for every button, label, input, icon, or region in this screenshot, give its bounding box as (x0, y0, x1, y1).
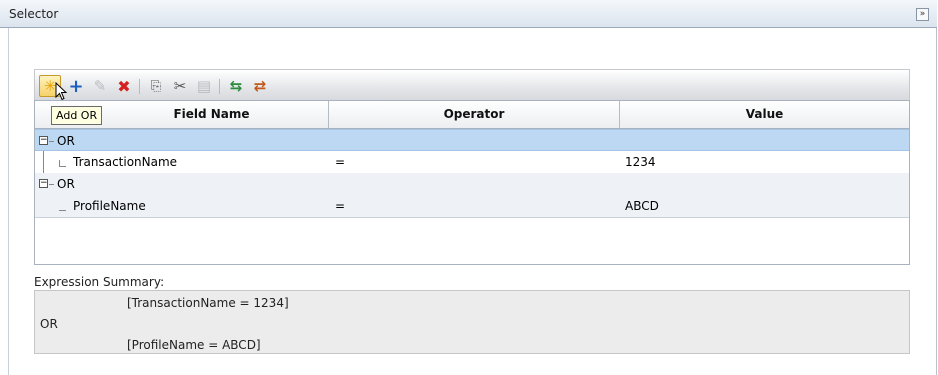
selector-panel: Selector » ✳ + ✎ ✖ ⎘ ✂ ▤ ⇆ ⇄ Field Name … (0, 0, 937, 375)
copy-button[interactable]: ⎘ (145, 75, 167, 97)
cell-field-name: ProfileName (73, 199, 146, 213)
add-or-tooltip: Add OR (51, 106, 103, 125)
expression-summary-box: [TransactionName = 1234] OR [ProfileName… (34, 290, 910, 354)
export-icon: ⇄ (253, 77, 267, 95)
summary-line: [ProfileName = ABCD] (127, 338, 261, 352)
toolbar: ✳ + ✎ ✖ ⎘ ✂ ▤ ⇆ ⇄ (34, 69, 910, 100)
table-row[interactable]: ProfileName = ABCD (35, 195, 909, 217)
export-button[interactable]: ⇄ (249, 75, 271, 97)
copy-icon: ⎘ (150, 78, 162, 94)
column-header-operator[interactable]: Operator (329, 101, 619, 128)
cell-field-name: OR (57, 134, 75, 148)
import-button[interactable]: ⇆ (225, 75, 247, 97)
row-divider (35, 217, 909, 218)
panel-header: Selector » (0, 0, 937, 28)
panel-left-border (8, 28, 9, 375)
expression-summary-label: Expression Summary: (34, 275, 165, 289)
cell-field-name: TransactionName (73, 155, 178, 169)
table-row[interactable]: − OR (35, 173, 909, 195)
tree-connector (49, 141, 54, 142)
toolbar-separator (139, 79, 140, 94)
cut-button[interactable]: ✂ (169, 75, 191, 97)
mouse-cursor-icon (55, 82, 68, 101)
cell-value: ABCD (625, 199, 659, 213)
grid-header: Field Name Operator Value (35, 101, 909, 129)
import-icon: ⇆ (229, 77, 243, 95)
collapse-toggle-icon[interactable]: − (39, 136, 48, 145)
edit-icon: ✎ (93, 77, 107, 95)
tree-connector (59, 210, 66, 211)
delete-button[interactable]: ✖ (113, 75, 135, 97)
add-icon: + (68, 75, 84, 97)
conditions-grid: Field Name Operator Value − OR Transacti… (34, 100, 910, 265)
cell-operator: = (335, 199, 346, 213)
edit-button[interactable]: ✎ (89, 75, 111, 97)
cell-value: 1234 (625, 155, 656, 169)
summary-line: [TransactionName = 1234] (127, 296, 289, 310)
summary-line: OR (40, 317, 58, 331)
paste-icon: ▤ (196, 77, 212, 95)
cut-icon: ✂ (173, 77, 187, 95)
tree-connector (59, 166, 66, 167)
column-header-value[interactable]: Value (620, 101, 909, 128)
tree-connector (49, 184, 54, 185)
collapse-toggle-icon[interactable]: − (39, 179, 48, 188)
collapse-button[interactable]: » (916, 8, 929, 21)
table-row[interactable]: TransactionName = 1234 (35, 151, 909, 173)
panel-title: Selector (9, 7, 59, 21)
cell-operator: = (335, 155, 346, 169)
cell-field-name: OR (57, 177, 75, 191)
paste-button[interactable]: ▤ (193, 75, 215, 97)
table-row[interactable]: − OR (35, 129, 909, 151)
delete-icon: ✖ (117, 76, 131, 96)
toolbar-separator (219, 79, 220, 94)
